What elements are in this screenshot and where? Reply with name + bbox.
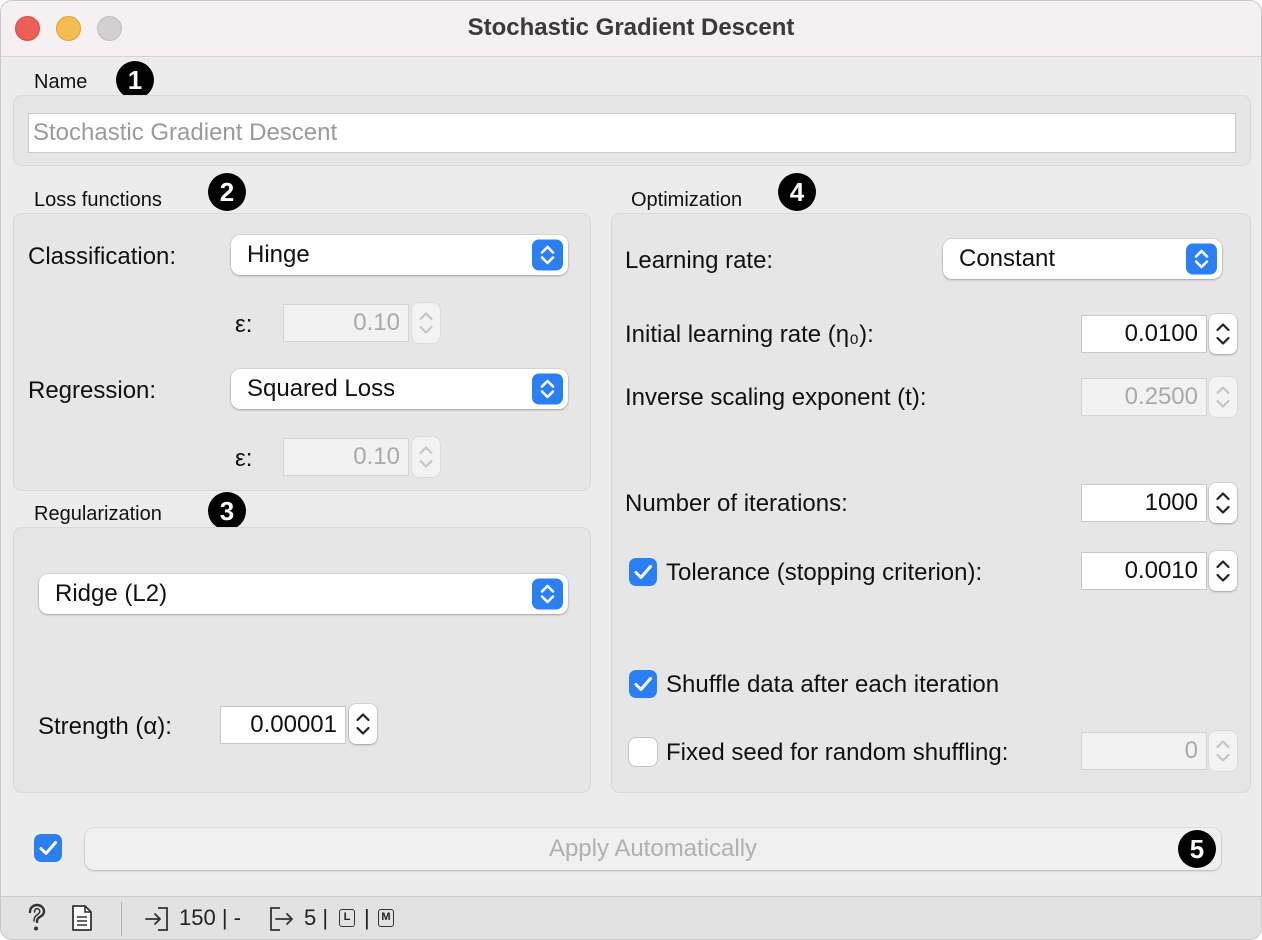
regularization-select[interactable]: Ridge (L2) bbox=[39, 574, 568, 614]
name-group-label: Name bbox=[34, 71, 88, 93]
tolerance-input[interactable]: 0.0010 bbox=[1081, 552, 1207, 590]
output-data-icon bbox=[268, 905, 296, 939]
fixed-seed-input[interactable]: 0 bbox=[1081, 732, 1207, 770]
status-pipe: | bbox=[364, 905, 370, 930]
input-data-icon bbox=[144, 905, 170, 939]
callout-badge-4: 4 bbox=[778, 173, 816, 211]
tolerance-stepper[interactable] bbox=[1209, 551, 1237, 591]
classification-epsilon-stepper[interactable] bbox=[412, 303, 440, 343]
report-icon[interactable] bbox=[71, 904, 93, 938]
name-input[interactable]: Stochastic Gradient Descent bbox=[28, 113, 1236, 153]
shuffle-checkbox[interactable] bbox=[629, 670, 657, 698]
iterations-label: Number of iterations: bbox=[625, 490, 848, 517]
regression-loss-select[interactable]: Squared Loss bbox=[231, 369, 568, 409]
title-bar: Stochastic Gradient Descent bbox=[1, 1, 1261, 57]
tolerance-label: Tolerance (stopping criterion): bbox=[666, 559, 983, 586]
strength-stepper[interactable] bbox=[349, 704, 377, 744]
output-count: 5 | bbox=[304, 905, 329, 930]
regression-label: Regression: bbox=[28, 377, 157, 404]
chevron-updown-icon bbox=[532, 239, 563, 271]
learning-rate-select[interactable]: Constant bbox=[943, 239, 1222, 279]
initial-learning-rate-input[interactable]: 0.0100 bbox=[1081, 315, 1207, 353]
regularization-group-label: Regularization bbox=[34, 503, 162, 525]
optimization-group-label: Optimization bbox=[631, 189, 743, 211]
callout-badge-5: 5 bbox=[1178, 830, 1216, 868]
regularization-value: Ridge (L2) bbox=[55, 580, 168, 607]
callout-badge-2: 2 bbox=[208, 173, 246, 211]
regression-epsilon-stepper[interactable] bbox=[412, 437, 440, 477]
callout-badge-3: 3 bbox=[208, 492, 246, 530]
fixed-seed-label: Fixed seed for random shuffling: bbox=[666, 739, 1009, 766]
auto-apply-checkbox[interactable] bbox=[34, 834, 62, 862]
fixed-seed-stepper[interactable] bbox=[1209, 731, 1237, 771]
initial-learning-rate-stepper[interactable] bbox=[1209, 314, 1237, 354]
callout-badge-1: 1 bbox=[116, 61, 154, 99]
inverse-scaling-stepper[interactable] bbox=[1209, 377, 1237, 417]
chevron-updown-icon bbox=[1186, 243, 1217, 275]
initial-learning-rate-label: Initial learning rate (η₀): bbox=[625, 321, 874, 348]
classification-epsilon-input[interactable]: 0.10 bbox=[283, 304, 409, 342]
strength-input[interactable]: 0.00001 bbox=[220, 706, 346, 744]
regularization-group bbox=[13, 527, 591, 793]
classification-loss-value: Hinge bbox=[247, 241, 310, 268]
m-mini-icon: M bbox=[378, 909, 394, 927]
input-count: 150 | - bbox=[179, 905, 241, 930]
iterations-stepper[interactable] bbox=[1209, 483, 1237, 523]
status-bar: 150 | - 5 | L | M bbox=[1, 896, 1261, 939]
help-icon[interactable] bbox=[25, 903, 49, 939]
learning-rate-label: Learning rate: bbox=[625, 247, 774, 274]
regression-loss-value: Squared Loss bbox=[247, 375, 396, 402]
fixed-seed-checkbox[interactable] bbox=[629, 738, 657, 766]
l-mini-icon: L bbox=[339, 909, 355, 927]
tolerance-checkbox[interactable] bbox=[629, 558, 657, 586]
inverse-scaling-input[interactable]: 0.2500 bbox=[1081, 378, 1207, 416]
apply-button[interactable]: Apply Automatically bbox=[85, 828, 1221, 870]
strength-label: Strength (α): bbox=[38, 713, 172, 740]
iterations-input[interactable]: 1000 bbox=[1081, 484, 1207, 522]
loss-functions-group-label: Loss functions bbox=[34, 189, 162, 211]
chevron-updown-icon bbox=[532, 373, 563, 405]
classification-loss-select[interactable]: Hinge bbox=[231, 235, 568, 275]
chevron-updown-icon bbox=[532, 578, 563, 610]
classification-epsilon-label: ε: bbox=[235, 311, 253, 338]
regression-epsilon-input[interactable]: 0.10 bbox=[283, 438, 409, 476]
inverse-scaling-label: Inverse scaling exponent (t): bbox=[625, 384, 927, 411]
status-separator bbox=[121, 902, 122, 936]
learning-rate-value: Constant bbox=[959, 245, 1056, 272]
window: Stochastic Gradient Descent Name 1 Stoch… bbox=[0, 0, 1262, 940]
shuffle-label: Shuffle data after each iteration bbox=[666, 671, 1000, 698]
window-title: Stochastic Gradient Descent bbox=[467, 14, 795, 41]
classification-label: Classification: bbox=[28, 243, 177, 270]
regression-epsilon-label: ε: bbox=[235, 445, 253, 472]
